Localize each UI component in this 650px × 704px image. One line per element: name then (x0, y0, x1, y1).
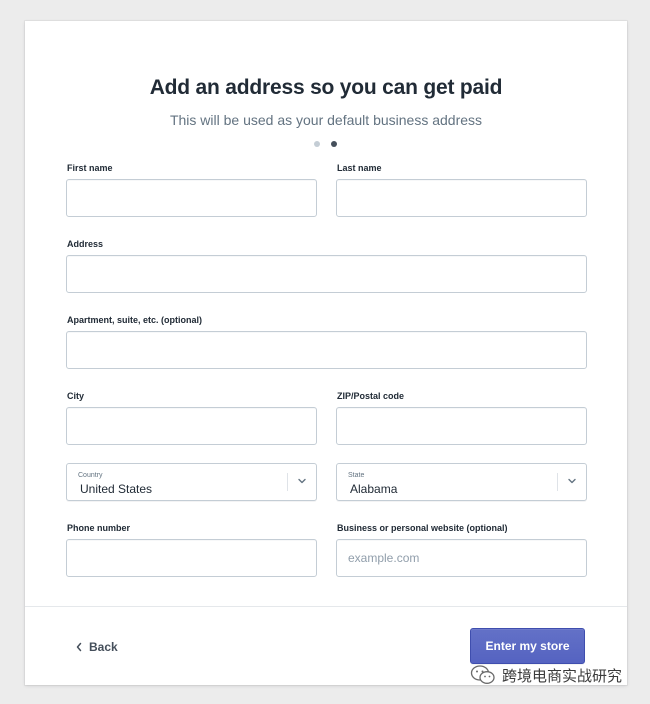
address-form-card: Add an address so you can get paid This … (25, 21, 627, 685)
state-select[interactable]: State Alabama (336, 463, 587, 501)
back-button[interactable]: Back (75, 638, 118, 656)
last-name-input[interactable] (336, 179, 587, 217)
step-dot-1 (314, 141, 320, 147)
back-button-label: Back (89, 640, 118, 654)
page-title: Add an address so you can get paid (149, 76, 503, 99)
enter-store-button[interactable]: Enter my store (470, 628, 585, 664)
wechat-logo-icon (470, 665, 495, 684)
page-subtitle: This will be used as your default busine… (169, 112, 483, 128)
first-name-label: First name (67, 163, 113, 173)
address-label: Address (67, 239, 104, 249)
first-name-input[interactable] (66, 179, 317, 217)
state-select-value: Alabama (350, 482, 398, 496)
address-input[interactable] (66, 255, 587, 293)
website-label: Business or personal website (optional) (337, 523, 508, 533)
wechat-watermark: 跨境电商实战研究 (470, 664, 622, 686)
phone-label: Phone number (67, 523, 131, 533)
chevron-left-icon (76, 642, 82, 652)
footer-divider (25, 606, 627, 607)
last-name-label: Last name (337, 163, 382, 173)
chevron-down-icon (568, 478, 576, 484)
state-select-label: State (348, 472, 365, 479)
apartment-label: Apartment, suite, etc. (optional) (67, 315, 203, 325)
chevron-down-icon (298, 478, 306, 484)
city-input[interactable] (66, 407, 317, 445)
country-select-value: United States (80, 482, 153, 496)
step-dot-2-active (331, 141, 337, 147)
select-divider (287, 473, 288, 491)
city-label: City (67, 391, 85, 401)
zip-input[interactable] (336, 407, 587, 445)
country-select-label: Country (78, 472, 103, 479)
website-input[interactable] (336, 539, 587, 577)
zip-label: ZIP/Postal code (337, 391, 405, 401)
select-divider (557, 473, 558, 491)
country-select[interactable]: Country United States (66, 463, 317, 501)
phone-input[interactable] (66, 539, 317, 577)
watermark-text: 跨境电商实战研究 (502, 667, 623, 685)
apartment-input[interactable] (66, 331, 587, 369)
